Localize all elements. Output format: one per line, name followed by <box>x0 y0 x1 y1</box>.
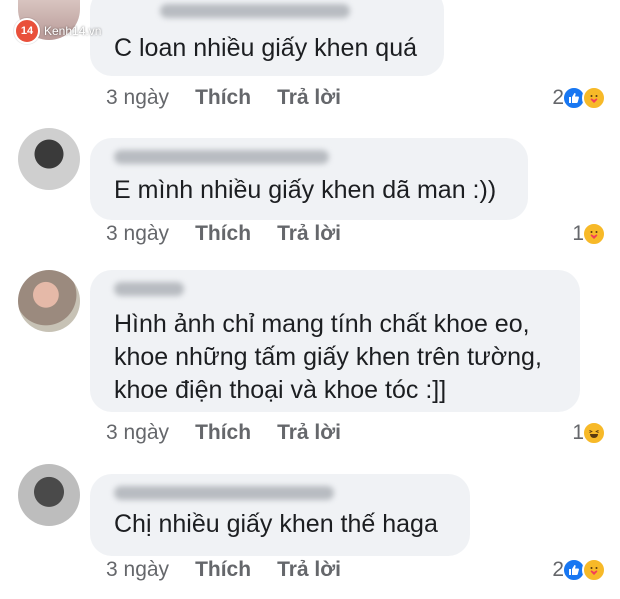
comment-bubble: C loan nhiều giấy khen quá <box>90 0 444 76</box>
reply-button[interactable]: Trả lời <box>277 86 341 110</box>
like-button[interactable]: Thích <box>195 558 251 582</box>
reaction-summary[interactable]: 1 <box>572 219 606 249</box>
comment-text-line-1: Hình ảnh chỉ mang tính chất khoe eo, <box>114 310 530 338</box>
reaction-summary[interactable]: 2 <box>552 83 606 113</box>
avatar[interactable] <box>18 270 80 332</box>
comment-timestamp[interactable]: 3 ngày <box>106 421 169 445</box>
comment-text-line-2: khoe những tấm giấy khen trên tường, <box>114 343 542 371</box>
kenh14-logo-badge: 14 <box>14 18 40 44</box>
reaction-summary[interactable]: 2 <box>552 555 606 585</box>
comment-actions: 3 ngày Thích Trả lời <box>106 555 341 585</box>
comment-timestamp[interactable]: 3 ngày <box>106 222 169 246</box>
reply-button[interactable]: Trả lời <box>277 558 341 582</box>
comment-timestamp[interactable]: 3 ngày <box>106 558 169 582</box>
comment-text: E mình nhiều giấy khen dã man :)) <box>114 176 497 204</box>
comment-author-name[interactable] <box>114 150 329 164</box>
reply-button[interactable]: Trả lời <box>277 421 341 445</box>
avatar[interactable] <box>18 464 80 526</box>
care-icon <box>582 558 606 582</box>
comment-actions: 3 ngày Thích Trả lời <box>106 219 341 249</box>
comment-author-name[interactable] <box>114 282 184 296</box>
comment-actions: 3 ngày Thích Trả lời <box>106 83 341 113</box>
comment-text: C loan nhiều giấy khen quá <box>114 34 418 62</box>
kenh14-watermark-text: Kenh14.vn <box>44 24 102 38</box>
reaction-summary[interactable]: 1 <box>572 418 606 448</box>
like-button[interactable]: Thích <box>195 222 251 246</box>
comment-timestamp[interactable]: 3 ngày <box>106 86 169 110</box>
comment-text-line-3: khoe điện thoại và khoe tóc :]] <box>114 376 447 404</box>
comment-author-name[interactable] <box>114 486 334 500</box>
comment-bubble: Hình ảnh chỉ mang tính chất khoe eo, kho… <box>90 270 580 412</box>
like-button[interactable]: Thích <box>195 421 251 445</box>
like-button[interactable]: Thích <box>195 86 251 110</box>
comment-bubble: E mình nhiều giấy khen dã man :)) <box>90 138 528 220</box>
care-icon <box>582 222 606 246</box>
avatar[interactable] <box>18 128 80 190</box>
comment-actions: 3 ngày Thích Trả lời <box>106 418 341 448</box>
comment-text: Chị nhiều giấy khen thế haga <box>114 510 438 538</box>
haha-icon <box>582 421 606 445</box>
care-icon <box>582 86 606 110</box>
comment-bubble: Chị nhiều giấy khen thế haga <box>90 474 470 556</box>
comment-author-name[interactable] <box>160 4 350 18</box>
reply-button[interactable]: Trả lời <box>277 222 341 246</box>
kenh14-watermark: 14 Kenh14.vn <box>14 18 101 44</box>
